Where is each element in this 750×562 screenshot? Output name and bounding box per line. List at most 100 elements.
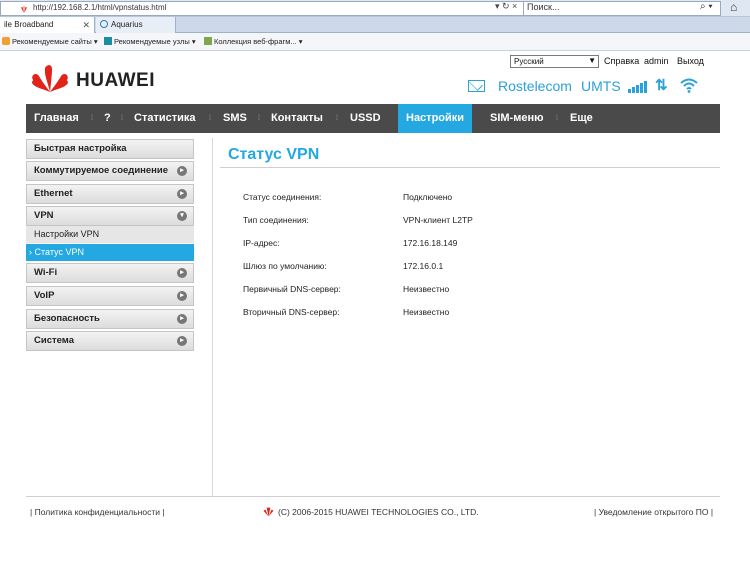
main-nav: Главная ⁞ ? ⁞ Статистика ⁞ SMS ⁞ Контакт… <box>26 104 720 133</box>
nav-separator: ⁞ <box>209 115 211 122</box>
favorite-label: Рекомендуемые сайты ▾ <box>12 37 98 46</box>
signal-bar <box>636 85 639 93</box>
home-icon[interactable]: ⌂ <box>730 0 737 14</box>
ip-address-label: IP-адрес: <box>243 238 280 248</box>
browser-tab-bar: ile Broadband ✕ Aquarius <box>0 17 750 33</box>
primary-dns-label: Первичный DNS-сервер: <box>243 284 341 294</box>
signal-strength-icon <box>628 80 648 93</box>
sidebar-item-dialup[interactable]: Коммутируемое соединение ▸ <box>26 161 194 181</box>
sidebar-item-label: VPN <box>34 210 54 221</box>
sidebar-item-label: Безопасность <box>34 313 100 324</box>
brand-name: HUAWEI <box>76 70 155 91</box>
copyright: (C) 2006-2015 HUAWEI TECHNOLOGIES CO., L… <box>278 507 479 517</box>
chevron-right-icon: ▸ <box>177 336 187 346</box>
sidebar-item-label: Быстрая настройка <box>34 143 127 154</box>
sidebar-item-system[interactable]: Система ▸ <box>26 331 194 351</box>
nav-sim-menu[interactable]: SIM-меню <box>490 104 544 133</box>
favorite-web-slices[interactable]: Коллекция веб-фрагм... ▾ <box>204 37 303 46</box>
browser-address-bar: http://192.168.2.1/html/vpnstatus.html ▾… <box>0 0 750 17</box>
sidebar-subitem-vpn-status[interactable]: › Статус VPN <box>26 244 194 261</box>
language-value: Русский <box>514 57 544 66</box>
default-gateway-label: Шлюз по умолчанию: <box>243 261 327 271</box>
close-icon[interactable]: ✕ <box>82 17 90 33</box>
huawei-logo-small-icon <box>263 507 274 517</box>
page-title: Статус VPN <box>228 146 320 163</box>
nav-separator: ⁞ <box>258 115 260 122</box>
favorite-label: Коллекция веб-фрагм... ▾ <box>214 37 303 46</box>
sidebar-item-wifi[interactable]: Wi-Fi ▸ <box>26 263 194 283</box>
network-type: UMTS <box>581 78 621 94</box>
mail-icon[interactable] <box>468 80 485 92</box>
chevron-down-icon: ▼ <box>588 56 596 65</box>
search-icon <box>100 20 108 28</box>
open-source-notice-label: Уведомление открытого ПО <box>598 507 709 517</box>
secondary-dns-label: Вторичный DNS-сервер: <box>243 307 340 317</box>
nav-settings[interactable]: Настройки <box>398 104 473 133</box>
nav-separator: ⁞ <box>121 115 123 122</box>
search-placeholder: Поиск... <box>527 2 560 12</box>
nav-help[interactable]: ? <box>104 104 111 133</box>
chevron-down-icon: ▾ <box>177 211 187 221</box>
tab-label: ile Broadband <box>4 20 54 29</box>
refresh-icon[interactable]: ▾ ↻ × <box>495 1 517 12</box>
language-select[interactable]: Русский ▼ <box>510 55 599 68</box>
primary-dns-value: Неизвестно <box>403 284 450 294</box>
sidebar-item-label: Система <box>34 335 74 346</box>
privacy-policy-link[interactable]: | Политика конфиденциальности | <box>30 507 165 517</box>
connection-type-value: VPN-клиент L2TP <box>403 215 473 225</box>
content-divider <box>212 138 213 496</box>
signal-bar <box>632 87 635 93</box>
ip-address-value: 172.16.18.149 <box>403 238 458 248</box>
chevron-right-icon: ▸ <box>177 268 187 278</box>
nav-separator: ⁞ <box>336 115 338 122</box>
search-icon[interactable]: ⌕ ▾ <box>700 1 713 12</box>
sidebar-subitem-label: Настройки VPN <box>34 229 100 239</box>
sidebar-item-label: Ethernet <box>34 188 73 199</box>
chevron-right-icon: ▸ <box>177 166 187 176</box>
favorite-label: Рекомендуемые узлы ▾ <box>114 37 196 46</box>
sidebar-subitem-vpn-settings[interactable]: Настройки VPN <box>26 226 194 243</box>
nav-sms[interactable]: SMS <box>223 104 247 133</box>
url-field[interactable]: http://192.168.2.1/html/vpnstatus.html <box>0 1 530 16</box>
user-name: admin <box>644 56 669 66</box>
nav-separator: ⁞ <box>91 115 93 122</box>
sidebar-item-quick-setup[interactable]: Быстрая настройка <box>26 139 194 159</box>
chevron-right-icon: ▸ <box>177 189 187 199</box>
connection-status-value: Подключено <box>403 192 453 202</box>
data-transfer-icon: ⇅ <box>655 77 668 94</box>
tab-label: Aquarius <box>111 20 143 29</box>
bing-icon <box>104 37 112 45</box>
open-source-notice-link[interactable]: | Уведомление открытого ПО | <box>594 507 713 517</box>
sidebar-item-ethernet[interactable]: Ethernet ▸ <box>26 184 194 204</box>
nav-separator: ⁞ <box>556 115 558 122</box>
chevron-right-icon: ▸ <box>177 291 187 301</box>
huawei-logo <box>32 65 68 92</box>
nav-statistics[interactable]: Статистика <box>134 104 196 133</box>
nav-ussd[interactable]: USSD <box>350 104 381 133</box>
logout-link[interactable]: Выход <box>677 56 704 66</box>
favorites-bar: Рекомендуемые сайты ▾ Рекомендуемые узлы… <box>0 33 750 51</box>
favorite-recommended-nodes[interactable]: Рекомендуемые узлы ▾ <box>104 37 196 46</box>
tab-aquarius[interactable]: Aquarius <box>96 17 176 33</box>
nav-more[interactable]: Еще <box>570 104 593 133</box>
sidebar-subitem-label: Статус VPN <box>34 247 84 257</box>
page: http://192.168.2.1/html/vpnstatus.html ▾… <box>0 0 750 562</box>
sidebar-item-security[interactable]: Безопасность ▸ <box>26 309 194 329</box>
sidebar-item-vpn[interactable]: VPN ▾ <box>26 206 194 226</box>
sidebar-item-voip[interactable]: VoIP ▸ <box>26 286 194 306</box>
wifi-icon <box>680 78 698 93</box>
default-gateway-value: 172.16.0.1 <box>403 261 444 271</box>
nav-home[interactable]: Главная <box>34 104 79 133</box>
signal-bar <box>640 83 643 93</box>
tab-mobile-broadband[interactable]: ile Broadband ✕ <box>0 17 95 33</box>
sidebar-item-label: VoIP <box>34 290 55 301</box>
nav-contacts[interactable]: Контакты <box>271 104 323 133</box>
signal-bar <box>628 89 631 93</box>
privacy-policy-label: Политика конфиденциальности <box>34 507 160 517</box>
signal-bar <box>644 81 647 93</box>
favorite-recommended-sites[interactable]: Рекомендуемые сайты ▾ <box>2 37 98 46</box>
title-divider <box>220 167 720 168</box>
operator-name: Rostelecom <box>498 78 572 94</box>
help-link[interactable]: Справка <box>604 56 639 66</box>
connection-type-label: Тип соединения: <box>243 215 309 225</box>
